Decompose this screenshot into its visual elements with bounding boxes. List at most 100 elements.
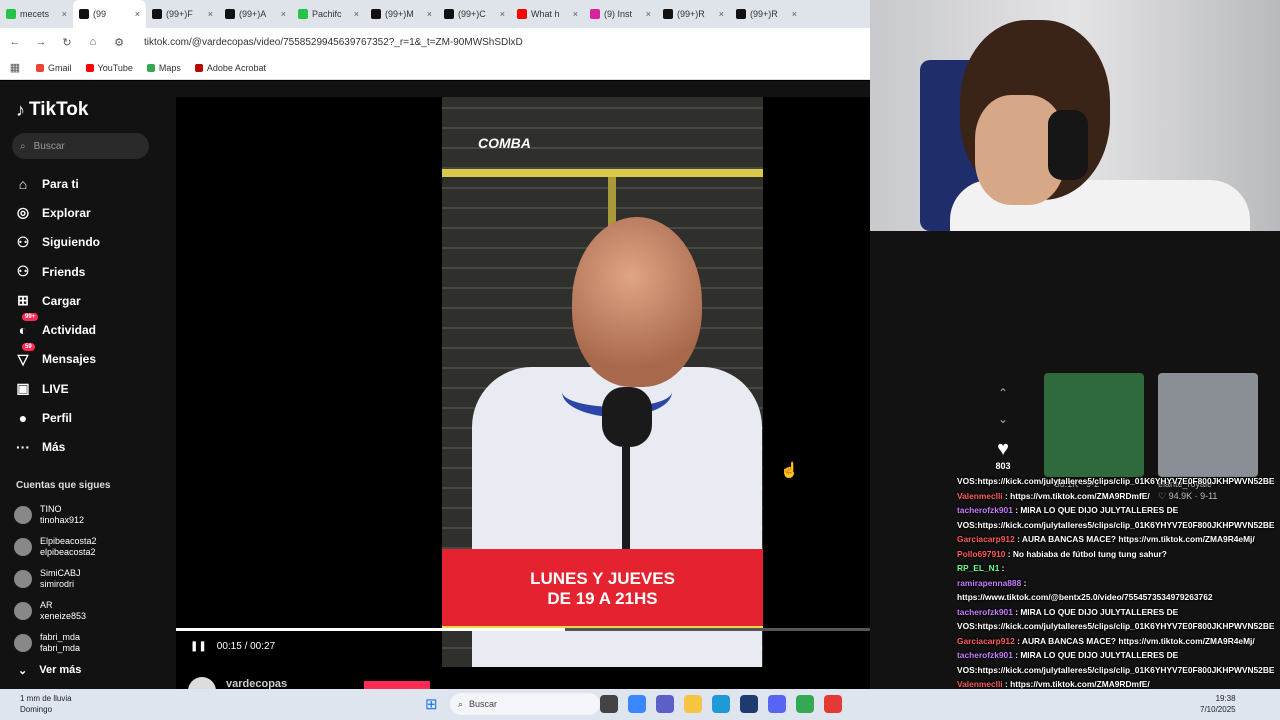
main-menu: ⌂ Para ti ◎ Explorar ⚇ Siguiendo ⚇ Friends ⊞ Carg… <box>14 169 100 462</box>
teams-icon[interactable] <box>656 695 674 713</box>
bookmark-item[interactable]: Maps <box>146 63 181 73</box>
browser-tab[interactable]: (99+)F × <box>146 0 219 28</box>
following-handle: tinohax912 <box>40 515 85 525</box>
following-account[interactable]: fabri_mda fabri_mda <box>14 627 97 659</box>
copilot-icon[interactable] <box>628 695 646 713</box>
video-controls: ❚❚ 00:15 / 00:27 <box>190 641 275 652</box>
reload-icon[interactable]: ↻ <box>60 36 74 49</box>
menu-item-6[interactable]: ◐ 99+ Actividad <box>14 313 100 344</box>
bookmark-item[interactable]: YouTube <box>85 63 133 73</box>
chat-separator: : <box>1002 490 1011 501</box>
browser-tab-bar: mecets × (99 × (99+)F × (99+)A × Pachifc × (99+)M ×… <box>0 0 870 28</box>
chrome-icon[interactable] <box>796 695 814 713</box>
following-account[interactable]: AR xeneize853 <box>14 595 97 627</box>
video-progress-fill <box>176 628 565 631</box>
browser-tab[interactable]: (99+)R × <box>730 0 803 28</box>
tab-favicon-icon <box>79 9 89 19</box>
windows-start-icon[interactable]: ⊞ <box>425 695 438 713</box>
apps-grid-icon[interactable]: ▦ <box>8 61 22 74</box>
browser-tab[interactable]: mecets × <box>0 0 73 28</box>
following-names: TINO tinohax912 <box>40 504 84 526</box>
clock-date: 7/10/2025 <box>1200 705 1236 714</box>
following-account[interactable]: Elpibeacosta2 elpibeacosta2 <box>14 531 97 563</box>
close-icon[interactable]: × <box>427 9 432 19</box>
browser-tab[interactable]: (99+)A × <box>219 0 292 28</box>
see-more-button[interactable]: ⌄ Ver más <box>18 664 81 677</box>
site-info-icon[interactable]: ⚙ <box>112 36 126 49</box>
banner-line-1: LUNES Y JUEVES <box>530 569 675 588</box>
tiktok-sidebar: ♪ TikTok ⌕ Buscar ⌂ Para ti ◎ Explorar ⚇ Sigu… <box>0 81 176 689</box>
close-icon[interactable]: × <box>281 9 286 19</box>
chevron-up-icon[interactable]: ⌃ <box>988 386 1018 412</box>
weather-widget[interactable]: 1 mm de lluvia Domingo <box>20 693 72 715</box>
menu-item-icon: ● <box>18 410 28 427</box>
taskbar-search[interactable]: ⌕ Buscar <box>450 693 600 715</box>
menu-item-icon: ◐ <box>18 322 28 339</box>
menu-item-label: Actividad <box>42 323 97 338</box>
close-icon[interactable]: × <box>792 9 797 19</box>
url-field[interactable]: tiktok.com/@vardecopas/video/75585299456… <box>144 37 523 48</box>
close-icon[interactable]: × <box>208 9 213 19</box>
video-progress-bar[interactable] <box>176 628 870 631</box>
chat-text: AURA BANCAS MACE? https://vm.tiktok.com/… <box>1021 534 1255 544</box>
forward-icon[interactable]: → <box>34 36 48 48</box>
menu-item-icon: ⚇ <box>16 233 30 250</box>
menu-item-2[interactable]: ◎ Explorar <box>14 198 100 227</box>
back-icon[interactable]: ← <box>8 36 22 48</box>
bookmark-item[interactable]: Gmail <box>36 63 72 73</box>
store-icon[interactable] <box>740 695 758 713</box>
home-icon[interactable]: ⌂ <box>86 36 100 48</box>
chat-separator: : <box>1002 679 1011 689</box>
recommended-video-card[interactable]: ♡ 36.1K · 9-2 <box>1044 373 1148 490</box>
video-player[interactable]: COMBA LUNES Y JUEVES DE 19 A 21HS <box>442 97 763 667</box>
tiktok-logo[interactable]: ♪ TikTok <box>16 99 88 121</box>
discord-icon[interactable] <box>768 695 786 713</box>
menu-item-5[interactable]: ⊞ Cargar <box>14 286 100 315</box>
file-explorer-icon[interactable] <box>684 695 702 713</box>
browser-tab[interactable]: (99+)M × <box>365 0 438 28</box>
browser-tab[interactable]: (99 × <box>73 0 146 28</box>
task-view-icon[interactable] <box>600 695 618 713</box>
browser-tab[interactable]: (99+)C × <box>438 0 511 28</box>
obs-icon[interactable] <box>824 695 842 713</box>
menu-item-1[interactable]: ⌂ Para ti <box>14 169 100 198</box>
bookmark-favicon-icon <box>36 63 44 72</box>
headphones-icon <box>1048 110 1088 180</box>
chat-message: VOS:https://kick.com/julytalleres5/clips… <box>957 619 1280 634</box>
menu-item-10[interactable]: ··· Más <box>14 433 100 462</box>
chat-message: tacherofzk901 : MIRA LO QUE DIJO JULYTAL… <box>957 648 1280 663</box>
tab-favicon-icon <box>517 9 527 19</box>
heart-icon[interactable]: ♥ <box>988 438 1018 461</box>
close-icon[interactable]: × <box>500 9 505 19</box>
edge-icon[interactable] <box>712 695 730 713</box>
microphone-icon <box>602 387 652 447</box>
browser-tab[interactable]: (99+)R × <box>657 0 730 28</box>
menu-item-8[interactable]: ▣ LIVE <box>14 374 100 403</box>
system-clock[interactable]: 19:38 7/10/2025 <box>1200 693 1236 715</box>
following-account[interactable]: SimiCABJ simirodri <box>14 563 97 595</box>
bookmark-item[interactable]: Adobe Acrobat <box>194 63 266 73</box>
close-icon[interactable]: × <box>646 9 651 19</box>
following-handle: elpibeacosta2 <box>40 547 96 557</box>
pause-icon[interactable]: ❚❚ <box>190 641 207 652</box>
menu-item-4[interactable]: ⚇ Friends <box>14 257 100 286</box>
avatar <box>14 602 32 620</box>
menu-item-icon: ··· <box>16 439 30 456</box>
browser-tab[interactable]: Pachifc × <box>292 0 365 28</box>
chat-username: Valenmeclli <box>957 679 1003 689</box>
browser-tab[interactable]: (9) Inst × <box>584 0 657 28</box>
follow-button[interactable] <box>364 681 430 689</box>
menu-item-3[interactable]: ⚇ Siguiendo <box>14 228 100 257</box>
close-icon[interactable]: × <box>719 9 724 19</box>
close-icon[interactable]: × <box>573 9 578 19</box>
menu-item-7[interactable]: ▽ 59 Mensajes <box>14 342 100 374</box>
browser-tab[interactable]: What h × <box>511 0 584 28</box>
chevron-down-icon[interactable]: ⌄ <box>988 412 1018 438</box>
close-icon[interactable]: × <box>135 9 140 19</box>
close-icon[interactable]: × <box>62 9 67 19</box>
search-input[interactable]: ⌕ Buscar <box>12 133 149 159</box>
close-icon[interactable]: × <box>354 9 359 19</box>
menu-item-9[interactable]: ● Perfil <box>14 403 100 432</box>
tab-label: (99+)A <box>239 9 267 19</box>
following-account[interactable]: TINO tinohax912 <box>14 499 97 531</box>
